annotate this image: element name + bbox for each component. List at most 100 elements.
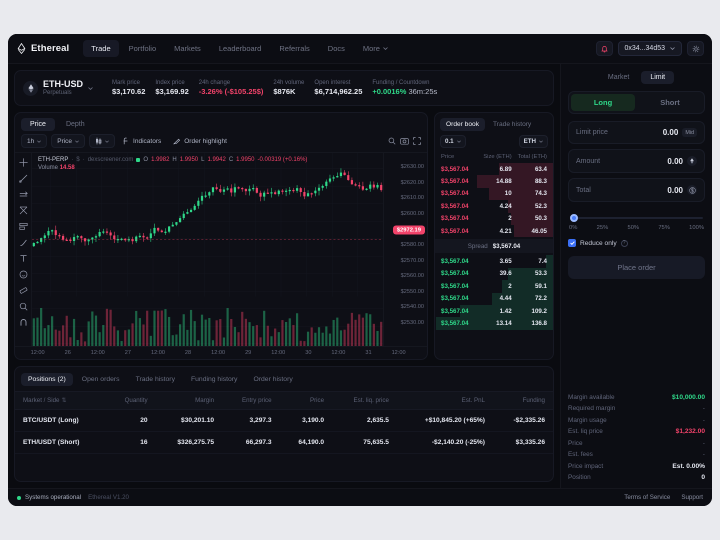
order-book-row[interactable]: $3,567.04 4.24 52.3 bbox=[435, 200, 553, 213]
long-button[interactable]: Long bbox=[571, 94, 635, 111]
wallet-address-button[interactable]: 0x34...34d53 bbox=[617, 41, 682, 56]
parallel-channel-icon[interactable] bbox=[19, 190, 28, 199]
brush-icon[interactable] bbox=[19, 238, 28, 247]
notifications-button[interactable] bbox=[595, 41, 613, 56]
slider-tick-75: 75% bbox=[658, 225, 670, 231]
legend-currency: $ bbox=[76, 157, 80, 163]
stat-label: Mark price bbox=[112, 80, 141, 86]
slider-knob[interactable] bbox=[570, 214, 578, 222]
slider-ticks: 0% 25% 50% 75% 100% bbox=[569, 225, 704, 231]
candlestick-plot[interactable]: ETH-PERP · $ · dexscreener.com O 1.9982 bbox=[32, 153, 383, 346]
price-axis: $2630.00$2620.00$2610.00$2600.00$2590.00… bbox=[383, 153, 427, 346]
shapes-icon[interactable] bbox=[18, 222, 28, 231]
order-book-row[interactable]: $3,567.04 39.6 53.3 bbox=[435, 267, 553, 281]
mid-tag[interactable]: Mid bbox=[682, 128, 697, 137]
camera-icon[interactable] bbox=[400, 137, 409, 145]
measure-icon[interactable] bbox=[19, 286, 28, 295]
nav-link-trade[interactable]: Trade bbox=[83, 40, 119, 57]
terms-of-service-link[interactable]: Terms of Service bbox=[624, 494, 670, 501]
nav-link-markets[interactable]: Markets bbox=[166, 40, 209, 57]
tab-order-history[interactable]: Order history bbox=[246, 373, 299, 386]
summary-value: 0 bbox=[701, 474, 705, 481]
amount-field[interactable]: Amount 0.00 bbox=[568, 149, 705, 173]
nav-link-leaderboard[interactable]: Leaderboard bbox=[211, 40, 270, 57]
legend-volume-value: 14.58 bbox=[59, 165, 75, 171]
series-type-selector[interactable]: Price bbox=[51, 134, 86, 148]
order-book-row[interactable]: $3,567.04 10 74.3 bbox=[435, 187, 553, 201]
precision-selector[interactable]: 0.1 bbox=[440, 135, 466, 148]
tab-open-orders[interactable]: Open orders bbox=[75, 373, 127, 386]
order-book-row[interactable]: $3,567.04 1.42 109.2 bbox=[435, 304, 553, 318]
summary-label: Est. fees bbox=[568, 451, 593, 458]
tab-positions[interactable]: Positions (2) bbox=[21, 373, 73, 386]
tab-trade-history[interactable]: Trade history bbox=[487, 118, 537, 131]
settings-button[interactable] bbox=[687, 41, 704, 56]
nav-link-more[interactable]: More bbox=[355, 40, 396, 57]
order-highlight-label: Order highlight bbox=[184, 137, 227, 145]
tab-limit[interactable]: Limit bbox=[641, 71, 675, 84]
table-row[interactable]: ETH/USDT (Short) 16 $326,275.75 66,297.3 64,… bbox=[15, 431, 553, 454]
precision-value: 0.1 bbox=[445, 138, 454, 145]
chevron-down-icon bbox=[670, 47, 675, 50]
market-selector[interactable]: ETH-USD Perpetuals bbox=[23, 79, 102, 97]
row-total: 52.3 bbox=[534, 202, 547, 210]
tab-depth[interactable]: Depth bbox=[57, 118, 94, 131]
magnet-icon[interactable] bbox=[19, 318, 28, 327]
cell-quantity: 20 bbox=[106, 409, 156, 432]
order-book-row[interactable]: $3,567.04 4.21 46.05 bbox=[435, 224, 553, 238]
row-size: 2 bbox=[508, 215, 512, 223]
slider-tick-50: 50% bbox=[627, 225, 640, 231]
tab-price[interactable]: Price bbox=[21, 118, 55, 131]
tab-order-book[interactable]: Order book bbox=[440, 118, 485, 131]
total-field[interactable]: Total 0.00 bbox=[568, 178, 705, 202]
support-link[interactable]: Support bbox=[681, 494, 703, 501]
chevron-down-icon bbox=[383, 47, 388, 50]
order-book-row[interactable]: $3,567.04 3.65 7.4 bbox=[435, 255, 553, 268]
legend-open-label: O bbox=[143, 157, 149, 163]
limit-price-field[interactable]: Limit price 0.00 Mid bbox=[568, 121, 705, 144]
indicators-button[interactable]: Indicators bbox=[119, 134, 165, 148]
tab-trade-history[interactable]: Trade history bbox=[129, 373, 182, 386]
order-book-row[interactable]: $3,567.04 6.89 63.4 bbox=[435, 163, 553, 176]
col-market-side[interactable]: Market / Side ⇅ bbox=[15, 391, 107, 410]
fullscreen-icon[interactable] bbox=[413, 137, 421, 145]
reduce-only-row[interactable]: Reduce only ? bbox=[568, 239, 705, 247]
place-order-button[interactable]: Place order bbox=[568, 256, 705, 279]
size-slider[interactable] bbox=[570, 214, 703, 222]
info-icon[interactable]: ? bbox=[620, 239, 628, 247]
nav-link-portfolio[interactable]: Portfolio bbox=[121, 40, 165, 57]
reduce-only-checkbox[interactable] bbox=[568, 239, 576, 247]
status-dot-icon bbox=[17, 495, 21, 500]
order-book-row[interactable]: $3,567.04 14.88 88.3 bbox=[435, 175, 553, 188]
order-book-header: Price Size (ETH) Total (ETH) bbox=[435, 152, 553, 163]
nav-link-docs[interactable]: Docs bbox=[320, 40, 353, 57]
funding-rate: +0.0016% bbox=[372, 87, 407, 96]
search-icon[interactable] bbox=[388, 137, 396, 145]
app-body: ETH-USD Perpetuals Mark price $3,170.62 … bbox=[8, 64, 712, 488]
brand-logo[interactable]: Ethereal bbox=[16, 43, 69, 54]
order-book-row[interactable]: $3,567.04 2 59.1 bbox=[435, 280, 553, 293]
crosshair-icon[interactable] bbox=[18, 158, 28, 167]
tab-market[interactable]: Market bbox=[599, 71, 638, 84]
text-tool-icon[interactable] bbox=[19, 254, 28, 263]
col-size: Size (ETH) bbox=[483, 154, 512, 160]
interval-selector[interactable]: 1h bbox=[21, 134, 48, 148]
zoom-tool-icon[interactable] bbox=[19, 302, 28, 311]
order-book-row[interactable]: $3,567.04 2 50.3 bbox=[435, 212, 553, 225]
trendline-icon[interactable] bbox=[18, 174, 28, 183]
order-book-row[interactable]: $3,567.04 13.14 136.8 bbox=[435, 317, 553, 330]
order-book-row[interactable]: $3,567.04 4.44 72.2 bbox=[435, 292, 553, 305]
emoji-icon[interactable] bbox=[19, 270, 28, 279]
candle-style-selector[interactable] bbox=[89, 134, 116, 148]
row-price: $3,567.04 bbox=[441, 165, 469, 173]
cell-est-liq-price: 75,635.5 bbox=[332, 431, 397, 454]
table-row[interactable]: BTC/USDT (Long) 20 $30,201.10 3,297.3 3,190.… bbox=[15, 409, 553, 432]
order-highlight-button[interactable]: Order highlight bbox=[169, 134, 231, 148]
time-axis-label: 30 bbox=[305, 350, 312, 356]
row-size: 10 bbox=[504, 190, 512, 198]
nav-link-referrals[interactable]: Referrals bbox=[271, 40, 317, 57]
short-button[interactable]: Short bbox=[638, 94, 702, 111]
tab-funding-history[interactable]: Funding history bbox=[184, 373, 244, 386]
unit-selector[interactable]: ETH bbox=[518, 135, 548, 148]
fib-retracement-icon[interactable] bbox=[19, 206, 28, 215]
